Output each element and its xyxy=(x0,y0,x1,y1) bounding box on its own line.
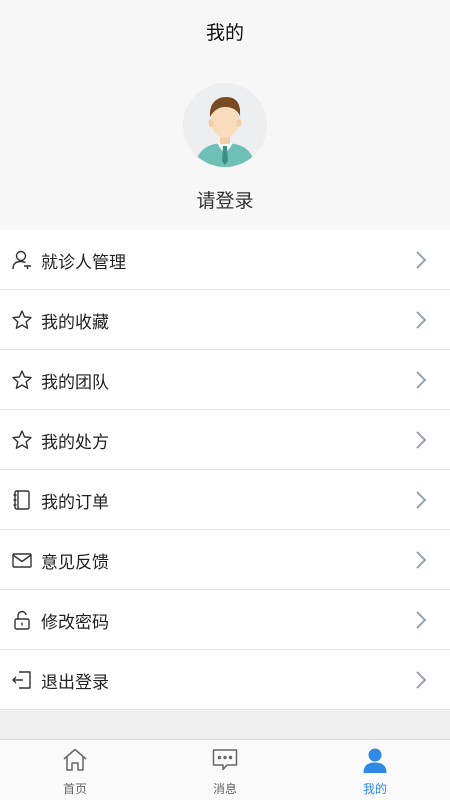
menu-item-team[interactable]: 我的团队 xyxy=(0,350,450,410)
patient-icon xyxy=(11,249,33,271)
tab-label: 消息 xyxy=(212,782,237,796)
star-icon xyxy=(11,429,33,451)
section-spacer xyxy=(0,711,450,739)
menu-item-label: 我的订单 xyxy=(41,493,109,513)
menu-item-orders[interactable]: 我的订单 xyxy=(0,470,450,530)
chevron-right-icon xyxy=(414,430,428,450)
home-icon xyxy=(61,746,89,774)
profile-header: 我的 请登录 xyxy=(0,0,450,230)
tab-label: 我的 xyxy=(362,782,387,796)
menu-item-label: 我的处方 xyxy=(41,433,109,453)
menu-list: 就诊人管理 我的收藏 我的团队 我的处方 我的订单 意见反馈 修改密码 退出登录 xyxy=(0,230,450,710)
chevron-right-icon xyxy=(414,610,428,630)
chevron-right-icon xyxy=(414,490,428,510)
star-icon xyxy=(11,309,33,331)
lock-icon xyxy=(11,609,33,631)
avatar[interactable] xyxy=(183,83,267,167)
chevron-right-icon xyxy=(414,370,428,390)
menu-item-label: 我的团队 xyxy=(41,373,109,393)
tab-mine[interactable]: 我的 xyxy=(300,740,450,800)
message-icon xyxy=(211,746,239,774)
chevron-right-icon xyxy=(414,550,428,570)
menu-item-change-password[interactable]: 修改密码 xyxy=(0,590,450,650)
user-icon xyxy=(361,746,389,774)
menu-item-feedback[interactable]: 意见反馈 xyxy=(0,530,450,590)
menu-item-label: 意见反馈 xyxy=(41,553,109,573)
bottom-tab-bar: 首页 消息 我的 xyxy=(0,739,450,800)
logout-icon xyxy=(11,669,33,691)
notebook-icon xyxy=(11,489,33,511)
menu-item-label: 退出登录 xyxy=(41,673,109,693)
menu-item-patient-management[interactable]: 就诊人管理 xyxy=(0,230,450,290)
chevron-right-icon xyxy=(414,250,428,270)
tab-home[interactable]: 首页 xyxy=(0,740,150,800)
chevron-right-icon xyxy=(414,670,428,690)
menu-item-prescriptions[interactable]: 我的处方 xyxy=(0,410,450,470)
chevron-right-icon xyxy=(414,310,428,330)
menu-item-favorites[interactable]: 我的收藏 xyxy=(0,290,450,350)
menu-item-label: 就诊人管理 xyxy=(41,253,126,273)
mail-icon xyxy=(11,549,33,571)
login-link[interactable]: 请登录 xyxy=(0,186,450,213)
menu-item-label: 我的收藏 xyxy=(41,313,109,333)
menu-item-label: 修改密码 xyxy=(41,613,109,633)
menu-item-logout[interactable]: 退出登录 xyxy=(0,650,450,710)
page-title: 我的 xyxy=(205,22,244,44)
tab-label: 首页 xyxy=(62,782,87,796)
avatar-person-icon xyxy=(183,83,267,167)
star-icon xyxy=(11,369,33,391)
tab-messages[interactable]: 消息 xyxy=(150,740,300,800)
